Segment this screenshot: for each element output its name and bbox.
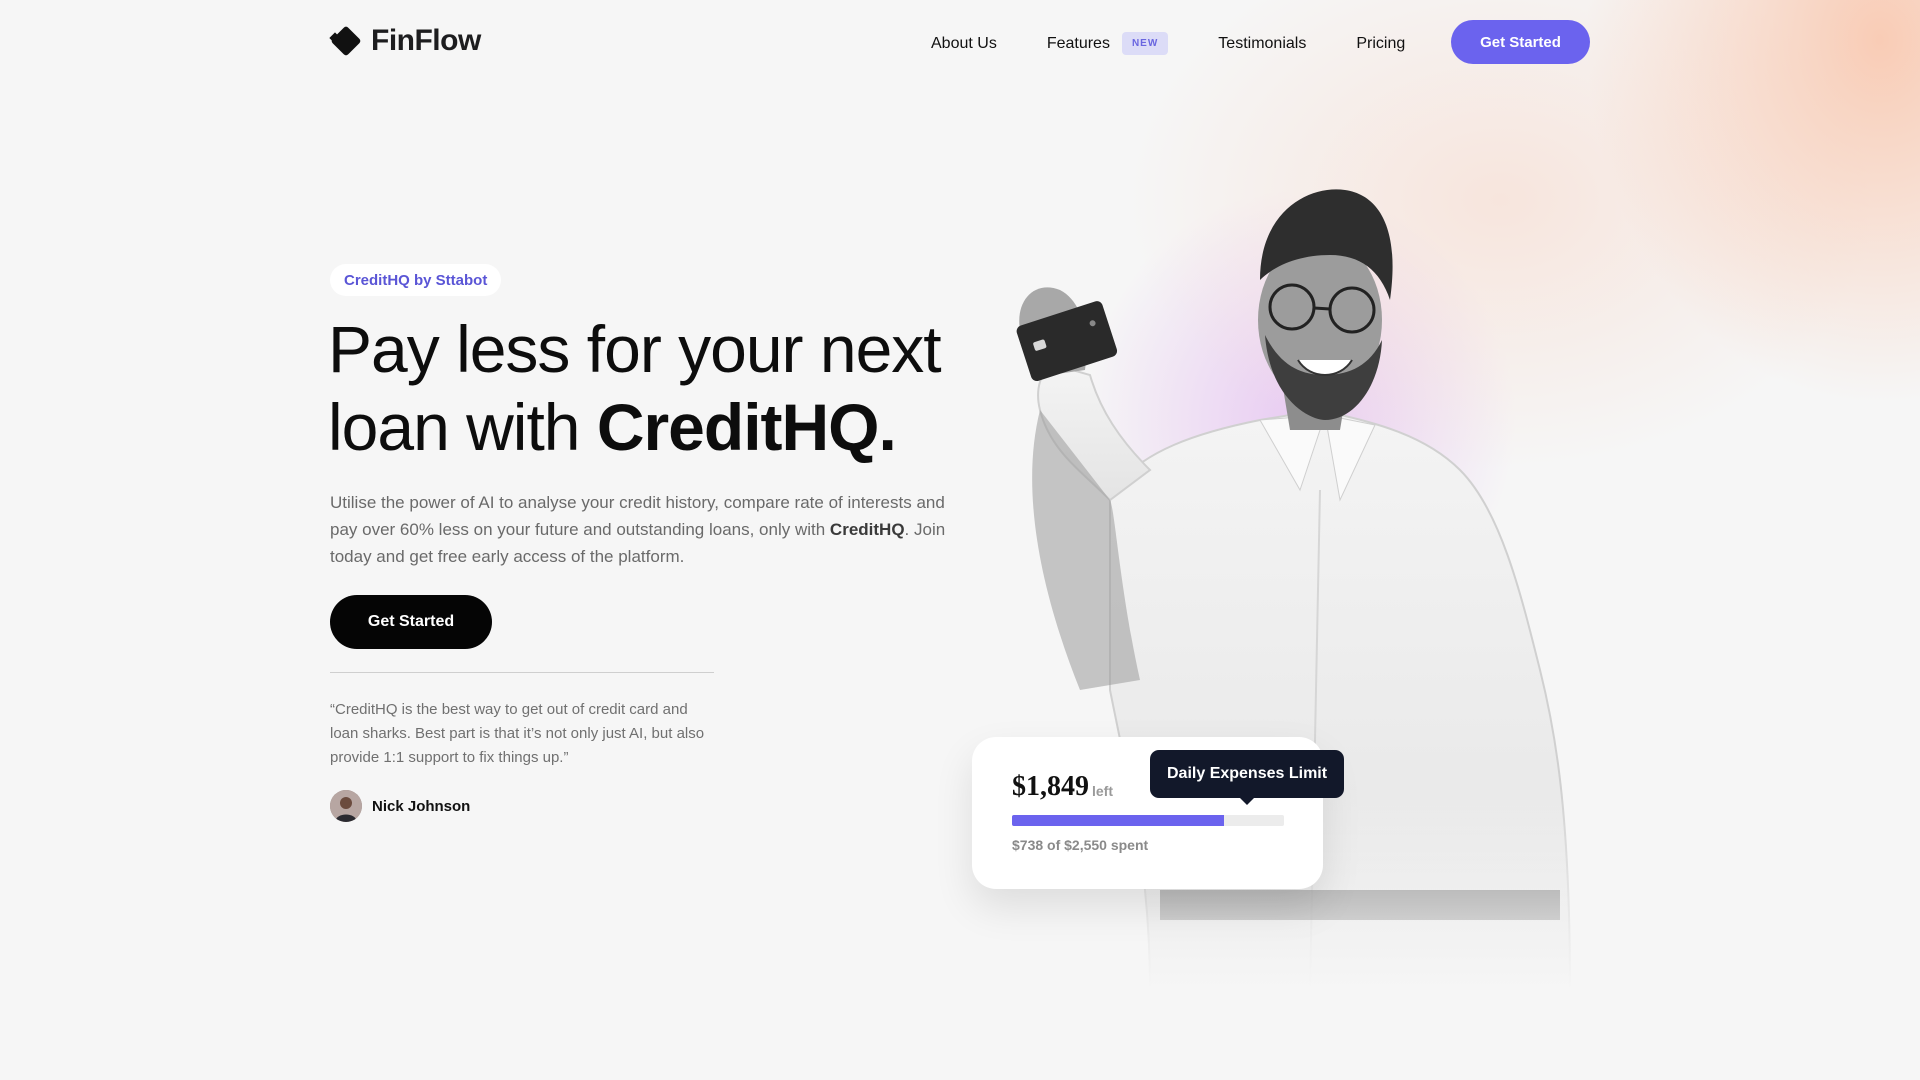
person-avatar-icon (330, 790, 362, 822)
testimonial-quote: “CreditHQ is the best way to get out of … (330, 701, 705, 766)
top-navigation: FinFlow About Us Features NEW Testimonia… (0, 0, 1920, 86)
divider (330, 672, 714, 673)
hero-get-started-button[interactable]: Get Started (330, 595, 492, 649)
nav-link-about-us[interactable]: About Us (931, 35, 997, 53)
spending-progress-fill (1012, 815, 1225, 826)
brand-logo[interactable]: FinFlow (329, 24, 481, 58)
brand-name: FinFlow (371, 24, 481, 57)
description-brand: CreditHQ (829, 520, 905, 539)
nav-link-features-label: Features (1046, 34, 1110, 52)
nav-get-started-button[interactable]: Get Started (1451, 20, 1590, 64)
daily-limit-tooltip: Daily Expenses Limit (1150, 750, 1345, 798)
author-avatar (330, 790, 362, 822)
new-badge: NEW (1121, 32, 1169, 55)
testimonial-author: Nick Johnson (330, 790, 470, 822)
author-name: Nick Johnson (372, 797, 471, 815)
spending-progress-bar (1012, 815, 1284, 826)
hero-headline: Pay less for your next loan with CreditH… (328, 310, 968, 466)
product-pill: CreditHQ by Sttabot (330, 264, 502, 296)
nav-link-features[interactable]: Features NEW (1046, 32, 1169, 55)
headline-brand: CreditHQ. (596, 390, 897, 464)
logo-diamond-icon (329, 26, 361, 56)
nav-link-testimonials[interactable]: Testimonials (1218, 35, 1306, 53)
tooltip-arrow (1239, 797, 1255, 805)
nav-links: About Us Features NEW Testimonials Prici… (931, 32, 1405, 55)
balance-amount: $1,849 (1012, 771, 1089, 802)
nav-link-pricing[interactable]: Pricing (1356, 35, 1405, 53)
hero-description: Utilise the power of AI to analyse your … (330, 489, 970, 570)
balance-suffix: left (1092, 783, 1113, 799)
spent-text: $738 of $2,550 spent (1012, 837, 1149, 853)
